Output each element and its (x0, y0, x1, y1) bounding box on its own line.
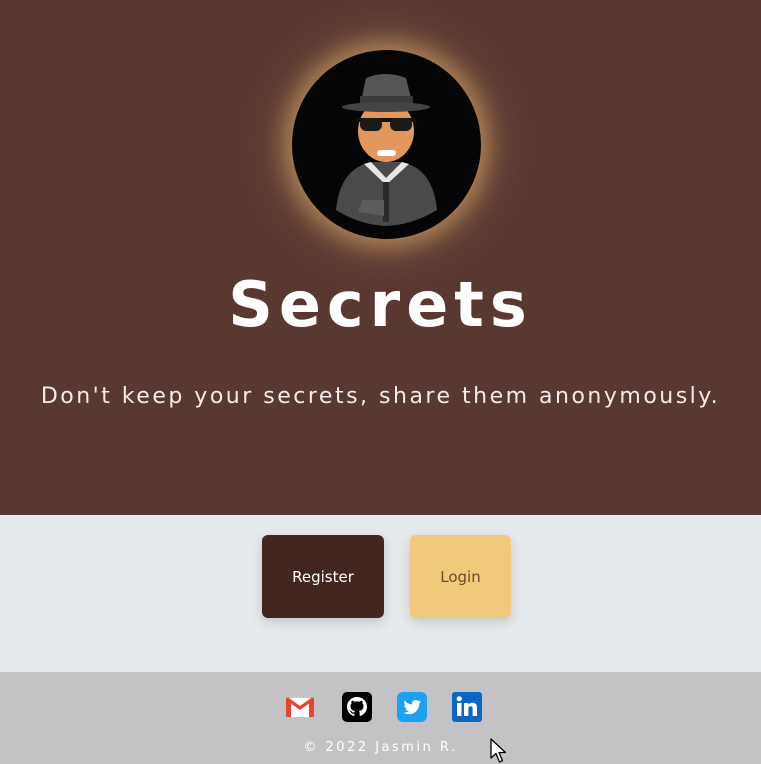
hero-section: Secrets Don't keep your secrets, share t… (0, 0, 761, 515)
register-button[interactable]: Register (262, 535, 384, 618)
social-links (284, 691, 484, 723)
page-title: Secrets (228, 268, 533, 341)
spy-detective-icon (292, 50, 481, 239)
twitter-icon[interactable] (396, 691, 428, 723)
actions-section: Register Login (0, 515, 761, 672)
copyright-text: © 2022 Jasmin R. (303, 740, 458, 755)
gmail-icon[interactable] (284, 691, 316, 723)
login-button[interactable]: Login (410, 535, 511, 618)
mouse-cursor-icon (490, 738, 507, 763)
footer: © 2022 Jasmin R. (0, 672, 761, 764)
page-subtitle: Don't keep your secrets, share them anon… (40, 384, 721, 409)
github-icon[interactable] (341, 691, 373, 723)
linkedin-icon[interactable] (451, 691, 483, 723)
